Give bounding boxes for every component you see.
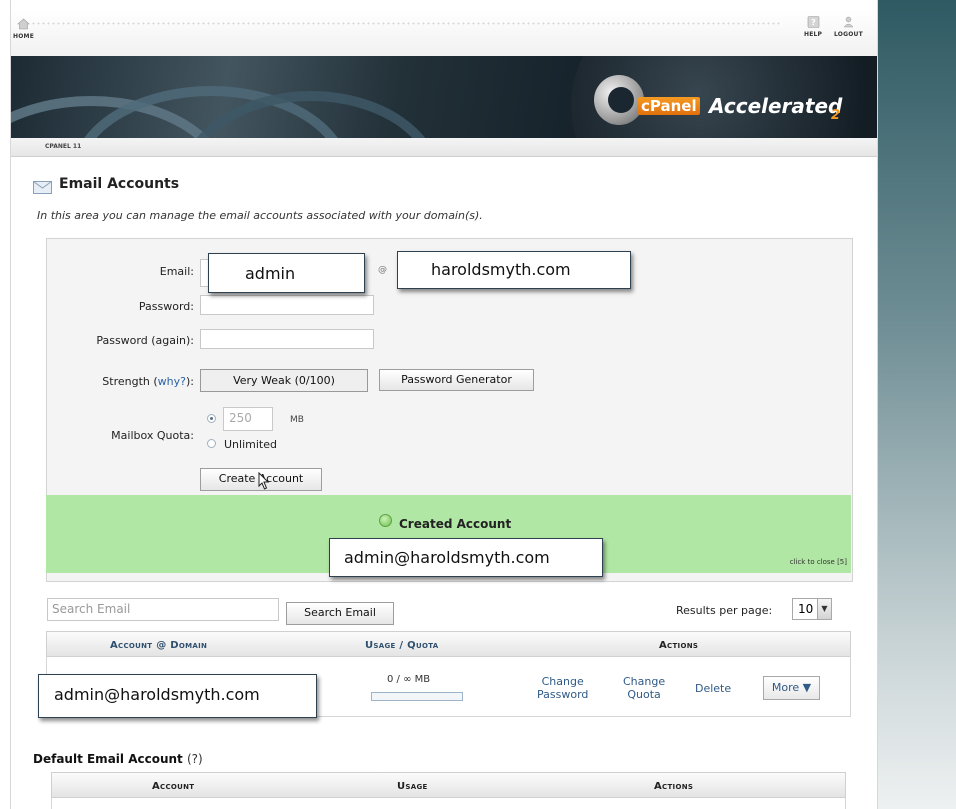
search-email-button[interactable]: Search Email [286,602,394,625]
results-per-page-label: Results per page: [676,604,773,617]
strength-meter: Very Weak (0/100) [200,369,368,392]
column-account-domain[interactable]: Account @ Domain [110,640,207,651]
col-domain-label: Domain [170,640,208,651]
created-account-callout: admin@haroldsmyth.com [329,538,603,577]
default-account-help-link[interactable]: (?) [187,752,203,766]
usage-bar [371,692,463,701]
results-per-page-value: 10 [798,602,814,616]
domain-select[interactable]: haroldsmyth.com [397,251,631,289]
default-account-title-text: Default Email Account [33,752,183,766]
quota-input[interactable]: 250 [223,407,273,431]
mailbox-quota-label: Mailbox Quota: [111,429,194,442]
results-per-page-select[interactable]: 10 ▼ [792,598,832,620]
quota-radio-limited[interactable] [207,414,216,423]
change-password-link[interactable]: Change Password [537,675,588,701]
page-title-text: Email Accounts [59,176,180,192]
column-account: Account [152,781,195,792]
default-account-title: Default Email Account (?) [33,752,203,766]
chevron-down-icon[interactable]: ▼ [817,598,832,620]
change-password-line1: Change [541,675,584,688]
strength-label: Strength (why?): [81,375,194,388]
col-usage-label: Usage [365,640,396,651]
password-generator-button[interactable]: Password Generator [379,369,534,391]
column-default-actions: Actions [654,781,694,792]
accounts-table-header: Account @ Domain Usage / Quota Actions [46,631,851,657]
change-quota-line2: Quota [627,688,661,701]
background-panel [877,0,956,809]
strength-label-text: Strength ( [102,375,158,388]
password-again-label: Password (again): [96,334,194,347]
column-actions: Actions [659,640,699,651]
column-usage: Usage [397,781,428,792]
home-icon [17,18,30,30]
col-quota-label: Quota [407,640,439,651]
at-symbol: @ [378,265,387,275]
search-email-input[interactable]: Search Email [47,598,279,621]
help-label: HELP [804,31,823,38]
version-label: CPANEL 11 [45,143,82,150]
envelope-icon [33,181,52,194]
logout-icon [843,16,854,28]
delete-link[interactable]: Delete [695,682,731,695]
cpanel-banner: cPanel Accelerated 2 [11,56,877,138]
logout-button[interactable]: LOGOUT [834,16,863,38]
top-navigation-bar: HOME ? HELP LOGOUT [11,10,877,57]
email-input[interactable]: admin [208,253,365,293]
password-label: Password: [138,300,194,313]
topbar-pattern [31,21,781,27]
password-again-input[interactable] [200,329,374,349]
logo-version-text: 2 [831,108,841,123]
change-quota-line1: Change [623,675,666,688]
help-icon: ? [807,16,819,28]
page-description: In this area you can manage the email ac… [37,209,483,222]
click-to-close-link[interactable]: click to close [5] [790,558,847,566]
why-link[interactable]: why? [158,375,186,388]
check-icon [379,514,392,527]
password-input[interactable] [200,295,374,315]
default-account-table-header: Account Usage Actions [51,772,846,798]
more-actions-button[interactable]: More ▼ [763,676,820,700]
account-email-cell: admin@haroldsmyth.com [38,674,317,718]
home-label: HOME [13,33,34,40]
col-at-label: @ [156,640,167,651]
help-button[interactable]: ? HELP [804,16,822,38]
email-label: Email: [159,265,194,278]
cpanel-logo-mark [594,75,644,125]
col-account-label: Account [110,640,153,651]
col-slash: / [399,640,404,651]
change-password-line2: Password [537,688,589,701]
success-message: Created Account [399,517,512,531]
logo-cpanel-text: cPanel [638,97,700,115]
column-usage-quota[interactable]: Usage / Quota [365,640,438,651]
change-quota-link[interactable]: Change Quota [623,675,665,701]
mouse-cursor-icon [258,472,270,490]
quota-radio-unlimited[interactable] [207,439,216,448]
unlimited-label: Unlimited [224,438,277,451]
svg-text:?: ? [811,18,816,27]
strength-label-suffix: ): [186,375,194,388]
home-button[interactable]: HOME [13,18,34,40]
cpanel-page: HOME ? HELP LOGOUT cPanel Accelerated 2 … [10,0,878,809]
default-account-table-body [51,798,846,809]
usage-text: 0 / ∞ MB [387,674,431,685]
logo-accelerated-text: Accelerated [709,94,843,118]
logout-label: LOGOUT [834,31,863,38]
version-strip: CPANEL 11 [11,138,877,157]
quota-unit: MB [290,415,304,425]
